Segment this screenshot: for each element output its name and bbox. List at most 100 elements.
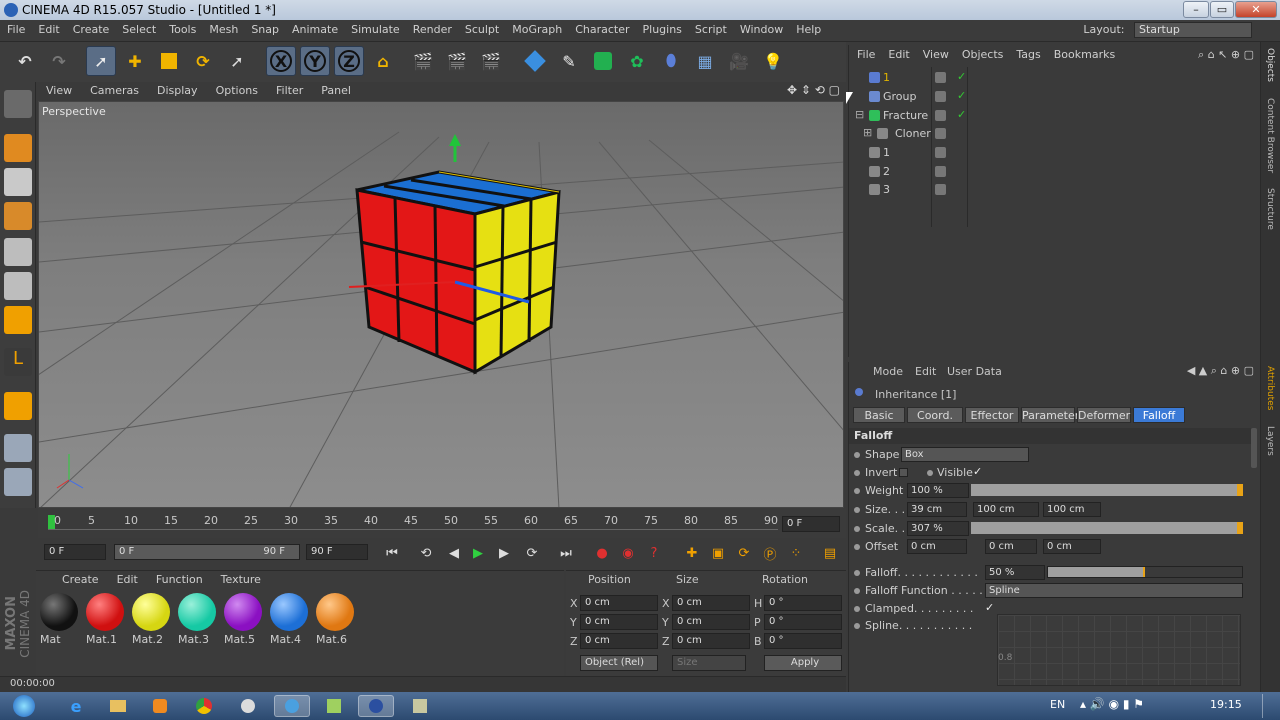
- move-icon[interactable]: ✚: [120, 46, 150, 76]
- material-menu-texture[interactable]: Texture: [209, 571, 267, 586]
- close-button[interactable]: ✕: [1235, 1, 1277, 18]
- material-swatch[interactable]: Mat.1: [84, 593, 126, 646]
- current-frame-field[interactable]: 0 F: [782, 516, 840, 532]
- object-row[interactable]: 2: [849, 163, 1261, 181]
- menu-file[interactable]: File: [0, 20, 31, 36]
- material-menu-function[interactable]: Function: [144, 571, 209, 586]
- material-swatch[interactable]: Mat.5: [222, 593, 264, 646]
- start-frame-field[interactable]: 0 F: [44, 544, 106, 560]
- start-button-icon[interactable]: [4, 695, 44, 717]
- viewport-nav-icons[interactable]: ✥ ⇕ ⟲ ▢: [787, 83, 840, 97]
- file-explorer-icon[interactable]: [100, 695, 136, 717]
- play-icon[interactable]: ▶: [468, 543, 488, 563]
- menu-select[interactable]: Select: [115, 20, 162, 36]
- axis-mode-icon[interactable]: L: [4, 348, 32, 376]
- cube-icon[interactable]: [520, 46, 550, 76]
- menu-script[interactable]: Script: [688, 20, 733, 36]
- texture-mode-icon[interactable]: [4, 168, 32, 196]
- objmgr-menu-bookmarks[interactable]: Bookmarks: [1046, 45, 1120, 61]
- material-swatch[interactable]: Mat.3: [176, 593, 218, 646]
- objmgr-menu-file[interactable]: File: [849, 45, 880, 61]
- chrome-icon[interactable]: [186, 695, 222, 717]
- language-indicator[interactable]: EN: [1050, 698, 1065, 711]
- weight-field[interactable]: 100 %: [907, 483, 969, 498]
- live-selection-icon[interactable]: ➚: [86, 46, 116, 76]
- offset-x-attr[interactable]: 0 cm: [907, 539, 967, 554]
- menu-mesh[interactable]: Mesh: [202, 20, 244, 36]
- side-tab-content-browser[interactable]: Content Browser: [1265, 98, 1275, 173]
- deformer-icon[interactable]: ⬮: [656, 46, 686, 76]
- app-icon[interactable]: [402, 695, 438, 717]
- nurbs-icon[interactable]: [588, 46, 618, 76]
- scale-slider[interactable]: [971, 522, 1243, 534]
- size-mode-dropdown[interactable]: Size: [672, 655, 746, 671]
- edges-mode-icon[interactable]: [4, 272, 32, 300]
- objmgr-menu-edit[interactable]: Edit: [880, 45, 914, 61]
- layout-dropdown[interactable]: Startup: [1134, 22, 1252, 38]
- clamped-checkbox[interactable]: ✓: [985, 601, 994, 614]
- viewport-menu-cameras[interactable]: Cameras: [80, 82, 147, 97]
- app-icon[interactable]: [316, 695, 352, 717]
- autokey-icon[interactable]: ◉: [618, 543, 638, 563]
- show-desktop-button[interactable]: [1262, 694, 1276, 718]
- object-row[interactable]: Group ✓: [849, 88, 1261, 106]
- side-tab-structure[interactable]: Structure: [1265, 188, 1275, 230]
- visible-checkbox[interactable]: ✓: [973, 465, 982, 478]
- maximize-button[interactable]: ▭: [1210, 1, 1234, 18]
- light-icon[interactable]: 💡: [758, 46, 788, 76]
- key-position-icon[interactable]: ✚: [682, 543, 702, 563]
- tab-effector[interactable]: Effector: [965, 407, 1019, 423]
- app-icon[interactable]: [230, 695, 266, 717]
- scale-field[interactable]: 307 %: [907, 521, 969, 536]
- attrmgr-menu-edit[interactable]: Edit: [915, 365, 936, 378]
- render-view-icon[interactable]: 🎬: [408, 46, 438, 76]
- menu-animate[interactable]: Animate: [285, 20, 344, 36]
- tab-falloff[interactable]: Falloff: [1133, 407, 1185, 423]
- size-y-field[interactable]: 0 cm: [672, 614, 750, 630]
- offset-z-attr[interactable]: 0 cm: [1043, 539, 1101, 554]
- next-key-icon[interactable]: ⟳: [522, 543, 542, 563]
- tab-coord[interactable]: Coord.: [907, 407, 963, 423]
- object-row[interactable]: 1 ✓: [849, 69, 1261, 87]
- invert-checkbox[interactable]: [899, 468, 908, 477]
- workplane-mode-icon[interactable]: [4, 202, 32, 230]
- viewport-menu-panel[interactable]: Panel: [311, 82, 359, 97]
- menu-snap[interactable]: Snap: [244, 20, 285, 36]
- render-picture-viewer-icon[interactable]: 🎬: [442, 46, 472, 76]
- size-y-attr[interactable]: 100 cm: [973, 502, 1039, 517]
- material-swatch[interactable]: Mat: [38, 593, 80, 646]
- polygons-mode-icon[interactable]: [4, 306, 32, 334]
- shape-dropdown[interactable]: Box: [901, 447, 1029, 462]
- rot-p-field[interactable]: 0 °: [764, 614, 842, 630]
- enable-snap-icon[interactable]: [4, 468, 32, 496]
- tweak-mode-icon[interactable]: [4, 392, 32, 420]
- objmgr-toolbar-icons[interactable]: ⌕ ⌂ ↖ ⊕ ▢: [1198, 48, 1254, 62]
- make-editable-icon[interactable]: [4, 90, 32, 118]
- attrmgr-menu-mode[interactable]: Mode: [873, 365, 903, 378]
- coord-mode-dropdown[interactable]: Object (Rel): [580, 655, 658, 671]
- snap-icon[interactable]: [4, 434, 32, 462]
- apply-button[interactable]: Apply: [764, 655, 842, 671]
- array-icon[interactable]: ✿: [622, 46, 652, 76]
- spline-graph[interactable]: 0.8: [997, 614, 1241, 686]
- material-menu-create[interactable]: Create: [36, 571, 105, 586]
- previous-key-icon[interactable]: ⟲: [416, 543, 436, 563]
- material-swatch[interactable]: Mat.6: [314, 593, 356, 646]
- attrmgr-nav-icons[interactable]: ◀ ▲ ⌕ ⌂ ⊕ ▢: [1187, 364, 1254, 378]
- attr-scrollbar[interactable]: [1251, 428, 1257, 468]
- menu-sculpt[interactable]: Sculpt: [458, 20, 505, 36]
- rotate-icon[interactable]: ⟳: [188, 46, 218, 76]
- menu-plugins[interactable]: Plugins: [636, 20, 688, 36]
- viewport-menu-display[interactable]: Display: [147, 82, 206, 97]
- timeline-ruler[interactable]: 0 5 10 15 20 25 30 35 40 45 50 55 60 65 …: [38, 508, 846, 538]
- key-parameter-icon[interactable]: Ⓟ: [760, 543, 780, 563]
- tab-basic[interactable]: Basic: [853, 407, 905, 423]
- cinema4d-taskbar-icon[interactable]: [358, 695, 394, 717]
- viewport-menu-view[interactable]: View: [36, 82, 80, 97]
- menu-simulate[interactable]: Simulate: [344, 20, 406, 36]
- rot-h-field[interactable]: 0 °: [764, 595, 842, 611]
- menu-create[interactable]: Create: [66, 20, 116, 36]
- tab-deformer[interactable]: Deformer: [1077, 407, 1131, 423]
- objmgr-menu-view[interactable]: View: [915, 45, 954, 61]
- camera-icon[interactable]: 🎥: [724, 46, 754, 76]
